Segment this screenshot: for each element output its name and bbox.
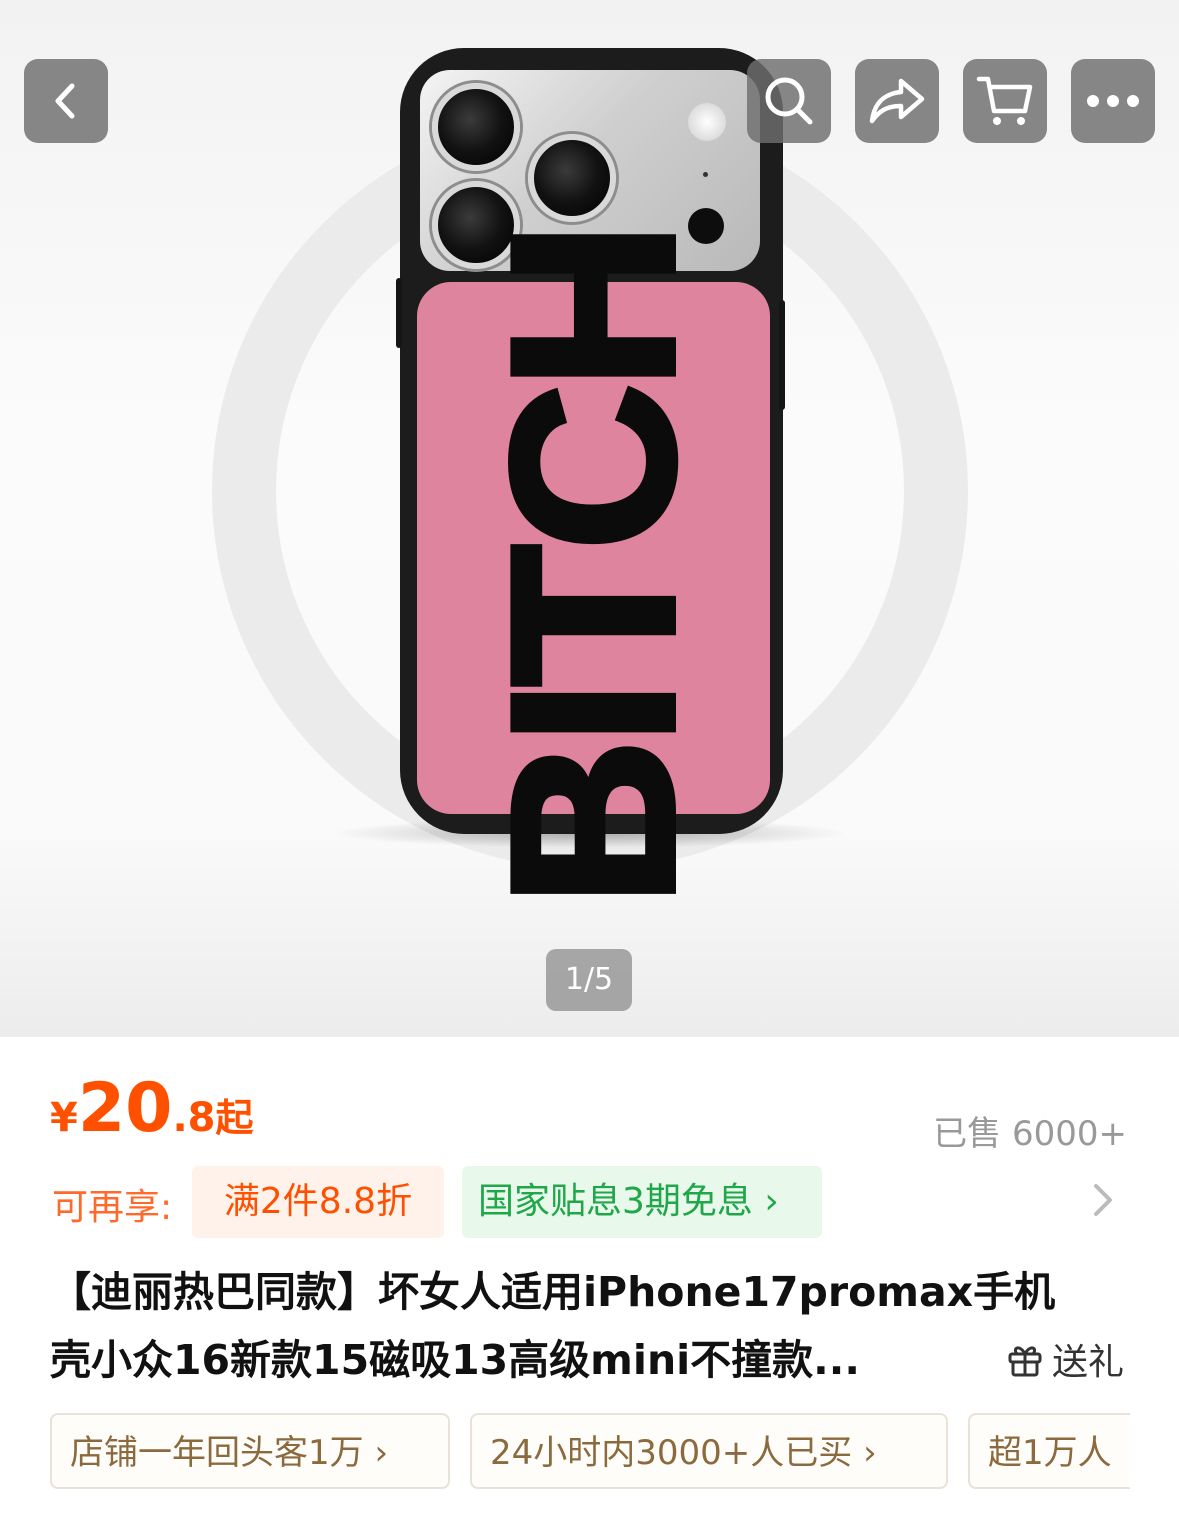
more-icon <box>1087 95 1139 107</box>
price-decimal: .8 <box>172 1095 216 1141</box>
gift-label: 送礼 <box>1052 1342 1125 1383</box>
gift-icon <box>1008 1346 1042 1377</box>
tag-row: 店铺一年回头客1万 › 24小时内3000+人已买 › 超1万人 <box>50 1413 1130 1493</box>
share-button[interactable] <box>855 59 939 143</box>
subsidy-label: 国家贴息3期免息 <box>478 1181 753 1222</box>
gift-button[interactable]: 送礼 <box>1006 1333 1124 1385</box>
share-icon <box>869 78 925 124</box>
sold-count: 已售 6000+ <box>933 1114 1127 1154</box>
tag-over-10k[interactable]: 超1万人 <box>968 1413 1130 1489</box>
product-title[interactable]: 【迪丽热巴同款】坏女人适用iPhone17promax手机 壳小众16新款15磁… <box>50 1258 1140 1394</box>
camera-lens <box>432 83 520 171</box>
back-icon <box>55 83 75 119</box>
back-button[interactable] <box>24 59 108 143</box>
product-image-gallery[interactable]: BITCH 1/5 <box>0 0 1179 1037</box>
promo-label: 可再享: <box>52 1187 173 1228</box>
promo-more-button[interactable] <box>1090 1180 1116 1224</box>
subsidy-chip[interactable]: 国家贴息3期免息 › <box>462 1166 822 1238</box>
chevron-right-icon: › <box>374 1433 389 1473</box>
discount-chip[interactable]: 满2件8.8折 <box>192 1166 444 1238</box>
tag-recent-buyers[interactable]: 24小时内3000+人已买 › <box>470 1413 948 1489</box>
search-button[interactable] <box>747 59 831 143</box>
cart-button[interactable] <box>963 59 1047 143</box>
case-side-button <box>779 300 785 410</box>
chevron-right-icon <box>1094 1184 1112 1216</box>
tag-label: 24小时内3000+人已买 <box>490 1433 853 1473</box>
chevron-right-icon: › <box>863 1433 877 1473</box>
search-icon <box>765 77 813 125</box>
tag-repeat-customers[interactable]: 店铺一年回头客1万 › <box>50 1413 450 1489</box>
case-print-text: BITCH <box>461 225 726 910</box>
chevron-right-icon: › <box>764 1181 779 1222</box>
product-title-line2: 壳小众16新款15磁吸13高级mini不撞款... <box>50 1336 860 1384</box>
camera-mic <box>703 172 708 177</box>
case-side-button <box>396 278 402 348</box>
product-title-line1: 【迪丽热巴同款】坏女人适用iPhone17promax手机 <box>50 1268 1056 1316</box>
more-button[interactable] <box>1071 59 1155 143</box>
tag-label: 店铺一年回头客1万 <box>70 1433 364 1473</box>
price-integer: 20 <box>77 1069 173 1148</box>
price: ¥20.8起 <box>50 1075 254 1143</box>
price-suffix: 起 <box>215 1096 254 1140</box>
camera-lens <box>528 134 616 222</box>
image-counter: 1/5 <box>546 949 632 1011</box>
cart-icon <box>976 76 1033 125</box>
tag-label: 超1万人 <box>988 1433 1112 1473</box>
price-currency: ¥ <box>50 1095 78 1141</box>
camera-flash <box>688 103 726 141</box>
